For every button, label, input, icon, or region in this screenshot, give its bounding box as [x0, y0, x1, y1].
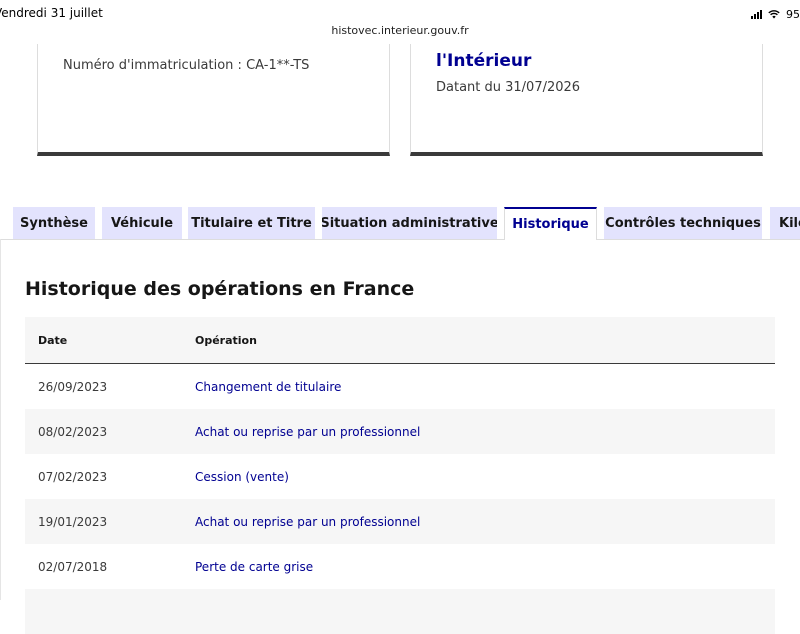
table-row	[25, 589, 775, 634]
table-row: 07/02/2023 Cession (vente)	[25, 454, 775, 499]
wifi-icon	[768, 10, 780, 19]
battery-percentage: 95	[786, 8, 800, 21]
column-header-date: Date	[38, 333, 68, 347]
cellular-signal-icon	[751, 10, 762, 19]
table-row: 19/01/2023 Achat ou reprise par un profe…	[25, 499, 775, 544]
section-title: Historique des opérations en France	[25, 278, 415, 300]
row-operation-link[interactable]: Achat ou reprise par un professionnel	[195, 515, 775, 529]
row-date: 07/02/2023	[38, 469, 108, 484]
tab-titulaire-et-titre[interactable]: Titulaire et Titre	[188, 207, 315, 239]
status-bar: Vendredi 31 juillet histovec.interieur.g…	[0, 0, 800, 44]
row-operation-link[interactable]: Perte de carte grise	[195, 560, 775, 574]
tab-historique[interactable]: Historique	[504, 207, 597, 240]
row-date: 26/09/2023	[38, 379, 108, 394]
row-operation-link[interactable]: Achat ou reprise par un professionnel	[195, 425, 775, 439]
column-header-operation: Opération	[195, 333, 257, 347]
status-time: Vendredi 31 juillet	[0, 6, 103, 20]
tab-synthese[interactable]: Synthèse	[13, 207, 95, 239]
tab-situation-administrative[interactable]: Situation administrative	[322, 207, 497, 239]
row-date: 19/01/2023	[38, 514, 108, 529]
tab-bar: Synthèse Véhicule Titulaire et Titre Sit…	[0, 207, 800, 240]
table-row: 08/02/2023 Achat ou reprise par un profe…	[25, 409, 775, 454]
status-indicators: 95	[751, 8, 800, 21]
row-date: 08/02/2023	[38, 424, 108, 439]
table-row: 26/09/2023 Changement de titulaire	[25, 364, 775, 409]
table-row: 02/07/2018 Perte de carte grise	[25, 544, 775, 589]
tab-kilometrage[interactable]: Kilo	[770, 207, 800, 239]
row-operation-link[interactable]: Changement de titulaire	[195, 380, 775, 394]
ministry-card-date: Datant du 31/07/2026	[436, 80, 581, 95]
plate-number: Numéro d'immatriculation : CA-1**-TS	[63, 58, 310, 73]
tab-controles-techniques[interactable]: Contrôles techniques	[604, 207, 762, 239]
row-operation-link[interactable]: Cession (vente)	[195, 470, 775, 484]
row-date: 02/07/2018	[38, 559, 108, 574]
address-bar-url[interactable]: histovec.interieur.gouv.fr	[0, 24, 800, 37]
history-table: Date Opération 26/09/2023 Changement de …	[25, 317, 775, 634]
table-header: Date Opération	[25, 317, 775, 364]
tab-vehicule[interactable]: Véhicule	[102, 207, 182, 239]
